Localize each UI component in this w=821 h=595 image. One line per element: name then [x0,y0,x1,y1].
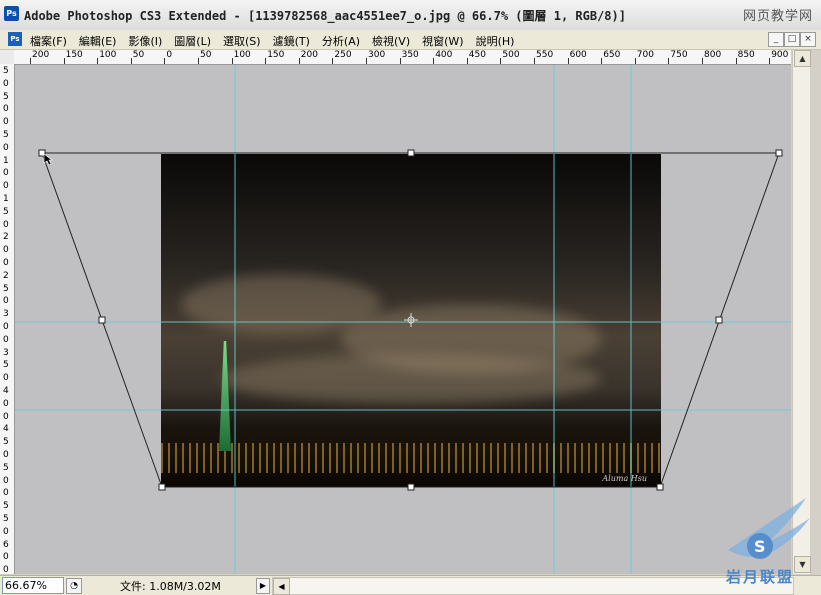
transform-handle-middle-right[interactable] [715,316,723,324]
status-menu-arrow[interactable]: ▶ [256,578,270,594]
svg-text:S: S [754,537,766,556]
transform-handle-top-right[interactable] [775,149,783,157]
transform-handle-bottom-left[interactable] [158,483,166,491]
document-size-info: 文件: 1.08M/3.02M [120,580,221,593]
guides [15,65,791,574]
transform-overlay [15,65,791,574]
scroll-up-button[interactable]: ▲ [794,50,811,67]
horizontal-scrollbar[interactable]: ◀ [272,577,794,595]
status-info-icon[interactable]: ◔ [66,578,82,594]
transform-handle-top-center[interactable] [407,149,415,157]
transform-handle-middle-left[interactable] [98,316,106,324]
scroll-left-button[interactable]: ◀ [273,578,290,595]
transform-handle-bottom-right[interactable] [656,483,664,491]
watermark-bottom-text: 岩月联盟 [726,568,795,586]
transform-center-point [404,313,418,327]
transform-handle-bottom-center[interactable] [407,483,415,491]
zoom-level-field[interactable]: 66.67% [2,577,64,594]
status-bar: 66.67% ◔ 文件: 1.08M/3.02M ▶ ◀ [0,575,821,595]
